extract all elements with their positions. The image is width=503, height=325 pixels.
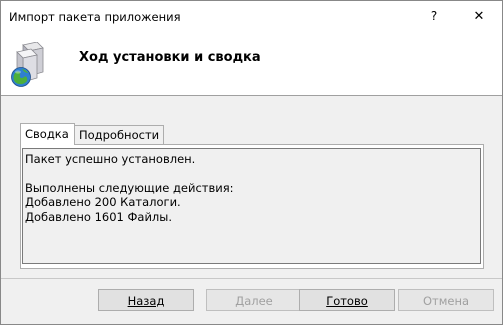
- next-button-label: Далее: [235, 294, 273, 308]
- summary-line: Добавлено 1601 Файлы.: [25, 210, 173, 224]
- tab-summary[interactable]: Сводка: [20, 123, 75, 145]
- back-button[interactable]: Назад: [98, 289, 194, 311]
- title-bar[interactable]: Импорт пакета приложения ? ✕: [1, 1, 502, 32]
- back-button-label: Назад: [127, 294, 165, 308]
- next-button[interactable]: Далее: [206, 289, 302, 311]
- help-button[interactable]: ?: [411, 1, 457, 32]
- summary-tab-panel: Пакет успешно установлен. Выполнены след…: [20, 144, 484, 269]
- finish-button[interactable]: Готово: [299, 289, 395, 311]
- wizard-header: Ход установки и сводка: [1, 32, 502, 96]
- page-title: Ход установки и сводка: [79, 50, 261, 65]
- window-title: Импорт пакета приложения: [9, 10, 181, 24]
- import-package-dialog: Импорт пакета приложения ? ✕ Ход установ…: [0, 0, 503, 325]
- summary-line: Пакет успешно установлен.: [25, 152, 196, 166]
- tab-details[interactable]: Подробности: [74, 125, 164, 144]
- close-button[interactable]: ✕: [456, 1, 502, 32]
- package-install-icon: [11, 42, 44, 87]
- cancel-button[interactable]: Отмена: [398, 289, 494, 311]
- summary-line: Добавлено 200 Каталоги.: [25, 195, 181, 209]
- summary-textbox[interactable]: Пакет успешно установлен. Выполнены след…: [22, 148, 481, 264]
- summary-line: Выполнены следующие действия:: [25, 181, 234, 195]
- footer-separator: [1, 278, 502, 279]
- finish-button-label: Готово: [326, 294, 368, 308]
- cancel-button-label: Отмена: [422, 294, 470, 308]
